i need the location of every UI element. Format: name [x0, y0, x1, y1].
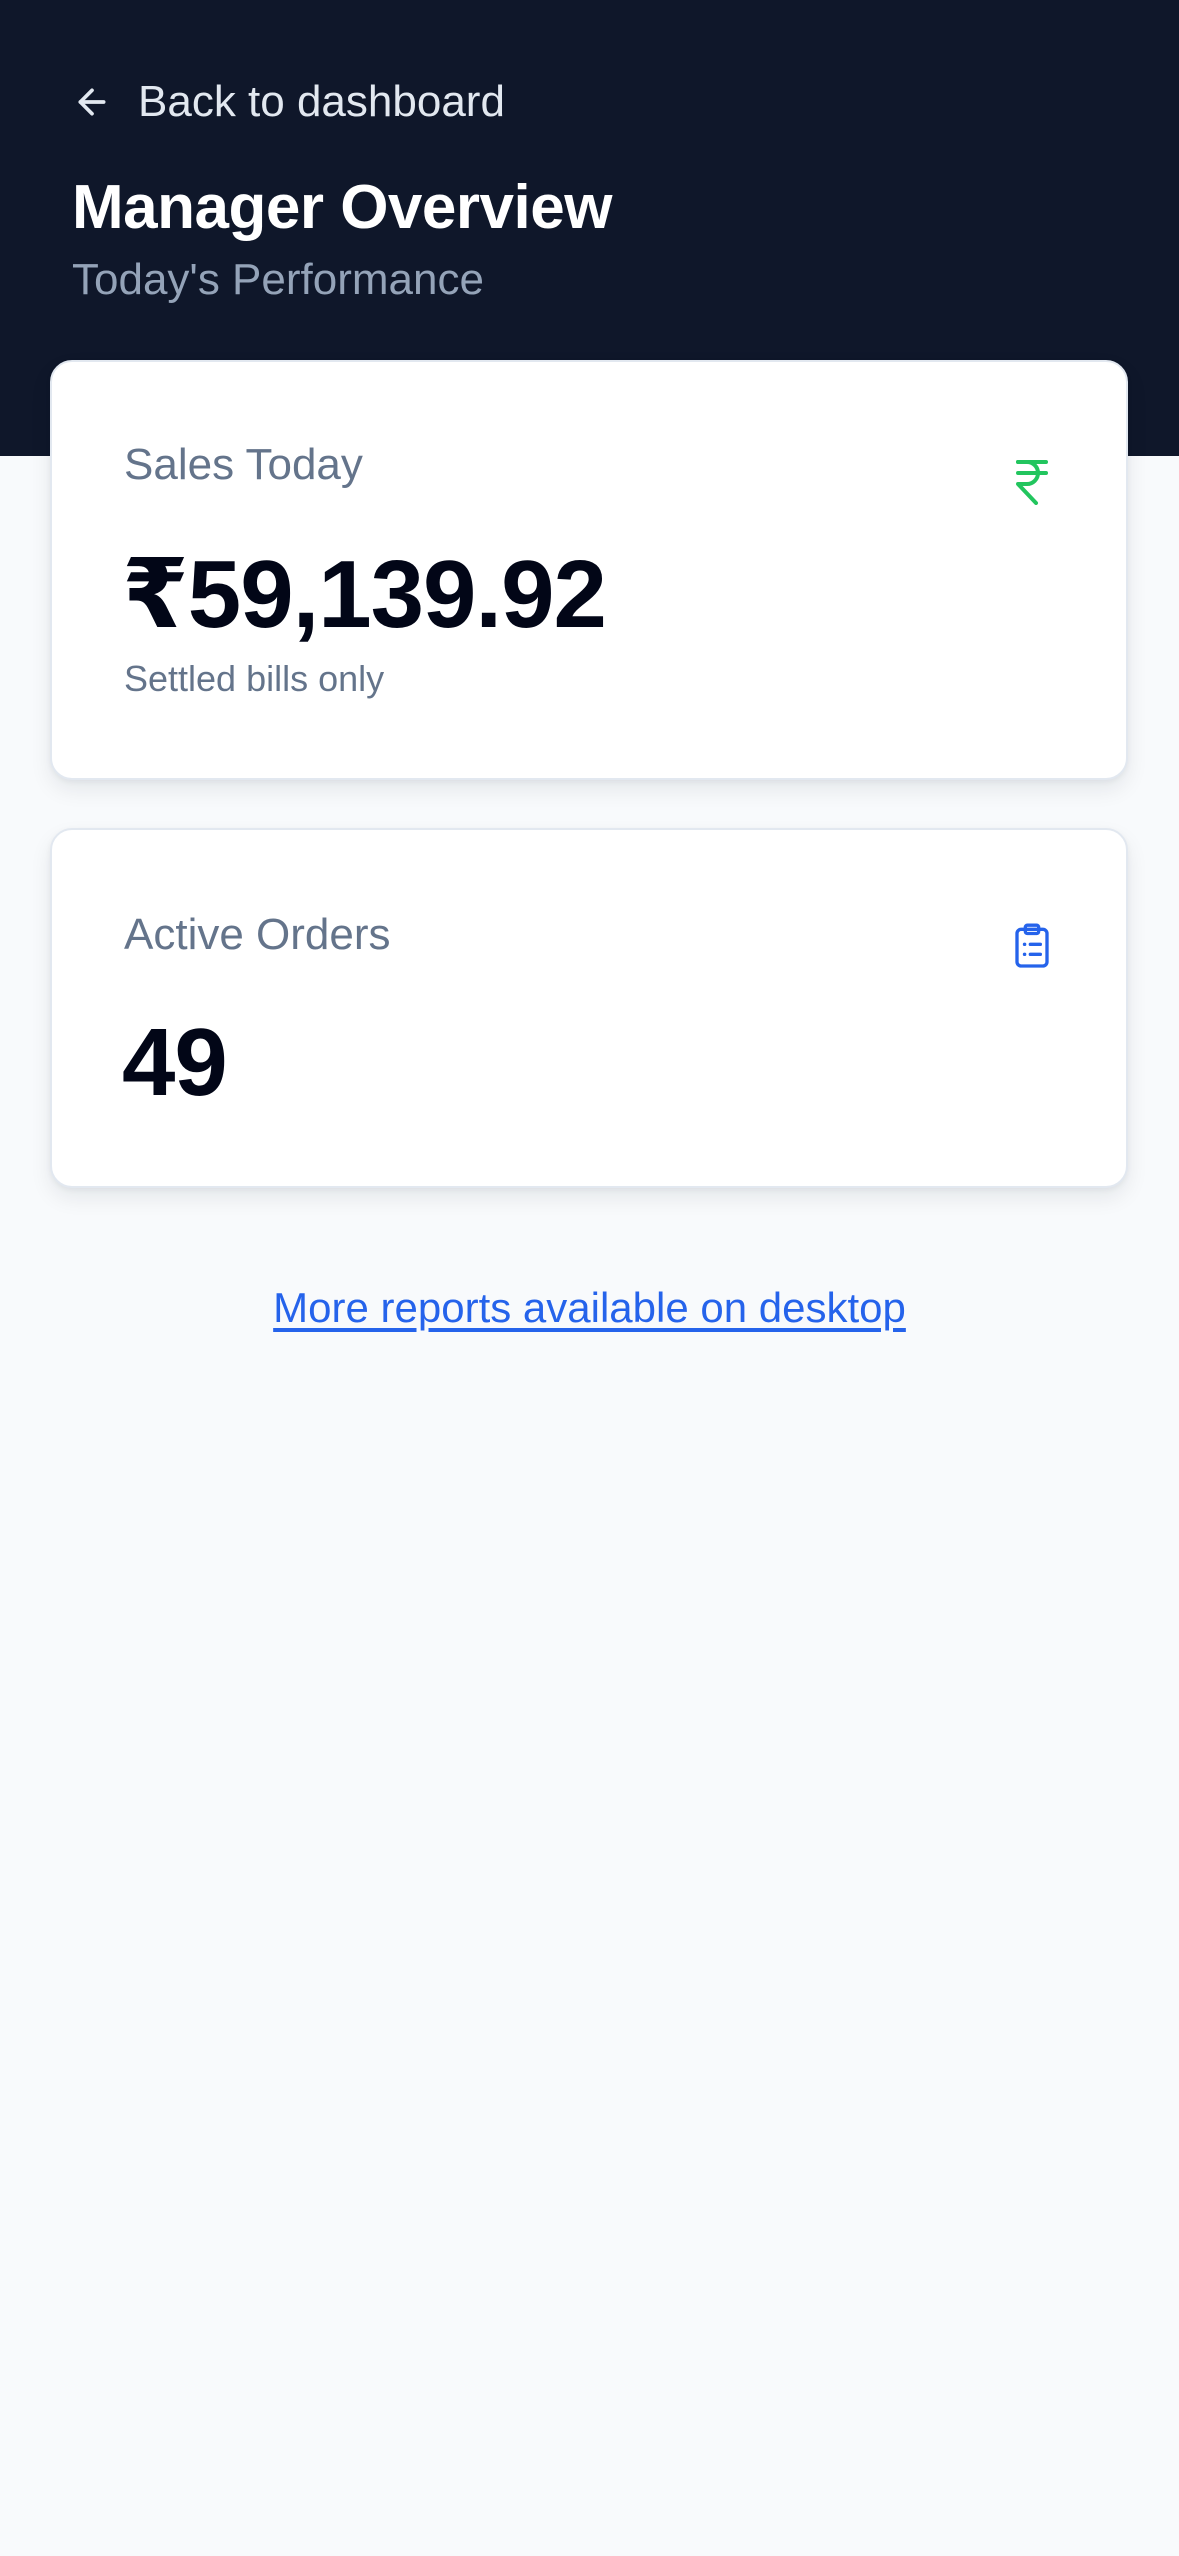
more-reports-link[interactable]: More reports available on desktop — [0, 1284, 1179, 1332]
page-subtitle: Today's Performance — [72, 255, 484, 304]
page-title: Manager Overview — [72, 173, 612, 242]
active-orders-label: Active Orders — [124, 910, 391, 959]
active-orders-value: 49 — [122, 1009, 228, 1116]
clipboard-list-icon — [1008, 918, 1056, 974]
active-orders-card: Active Orders 49 — [50, 828, 1128, 1188]
sales-today-note: Settled bills only — [124, 658, 385, 699]
rupee-icon — [1008, 454, 1056, 510]
sales-today-label: Sales Today — [124, 440, 363, 489]
manager-overview-page: Back to dashboard Manager Overview Today… — [0, 0, 1179, 2556]
sales-today-value: ₹59,139.92 — [122, 541, 607, 648]
sales-today-card: Sales Today ₹59,139.92 Settled bills onl… — [50, 360, 1128, 780]
back-to-dashboard-link[interactable]: Back to dashboard — [72, 70, 505, 134]
arrow-left-icon — [72, 82, 112, 122]
back-to-dashboard-label: Back to dashboard — [138, 77, 505, 126]
